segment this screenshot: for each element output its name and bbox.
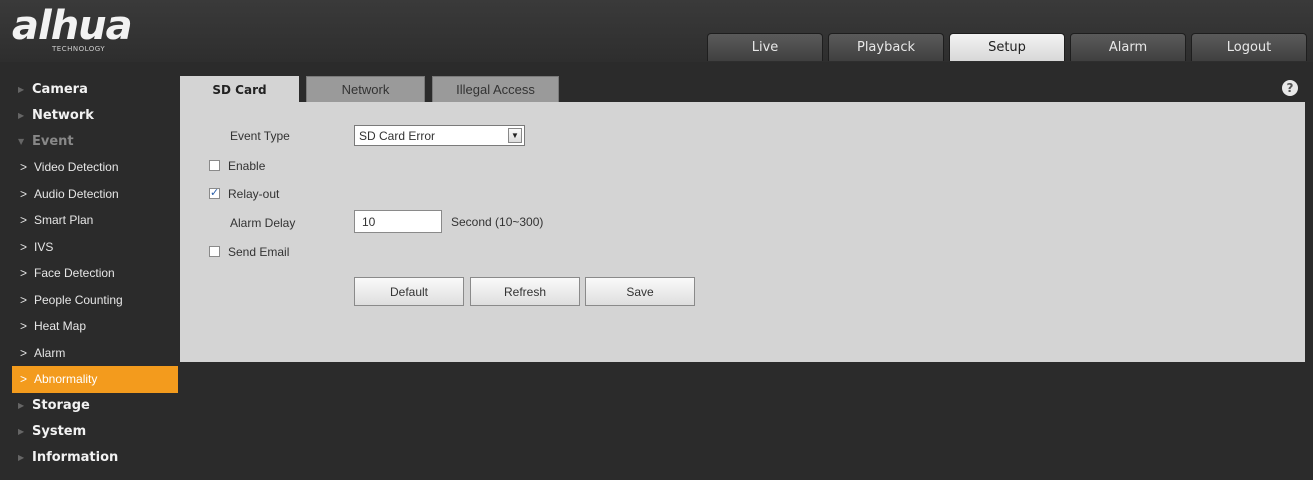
sidebar-subitem-label: People Counting [34, 292, 123, 307]
event-type-label: Event Type [230, 128, 290, 143]
logo-text: alhua [12, 3, 133, 49]
alarm-delay-input-wrap: 10 Second (10~300) [354, 210, 543, 233]
chevron-right-icon: > [20, 319, 28, 334]
alarm-delay-input[interactable]: 10 [354, 210, 442, 233]
chevron-right-icon: > [20, 213, 28, 228]
chevron-right-icon: > [20, 239, 28, 254]
chevron-right-icon: > [20, 186, 28, 201]
relay-out-label: Relay-out [228, 186, 280, 201]
chevron-right-icon: > [20, 292, 28, 307]
send-email-label: Send Email [228, 244, 290, 259]
dropdown-arrow-icon[interactable]: ▼ [508, 128, 522, 143]
sidebar-item-camera[interactable]: ▶ Camera [12, 76, 178, 102]
chevron-right-icon: > [20, 372, 28, 387]
sidebar-subitem-label: Smart Plan [34, 213, 94, 228]
nav-live[interactable]: Live [707, 33, 823, 61]
brand-logo: alhua [12, 3, 133, 49]
sidebar-item-label: Camera [32, 81, 88, 97]
sidebar-item-label: Network [32, 107, 94, 123]
enable-row: Enable [209, 157, 265, 174]
main-nav: Live Playback Setup Alarm Logout [702, 33, 1307, 62]
sidebar-item-event[interactable]: ▼ Event [12, 128, 178, 154]
top-header: alhua TECHNOLOGY Live Playback Setup Ala… [0, 0, 1313, 62]
sidebar-item-system[interactable]: ▶ System [12, 419, 178, 445]
sidebar-item-label: Storage [32, 398, 90, 413]
refresh-button[interactable]: Refresh [470, 277, 580, 306]
enable-label: Enable [228, 158, 266, 173]
sidebar-subitem-smart-plan[interactable]: > Smart Plan [12, 207, 178, 234]
send-email-row: Send Email [209, 243, 289, 260]
triangle-right-icon: ▶ [18, 110, 25, 120]
content-tabs: SD Card Network Illegal Access [180, 76, 566, 102]
relay-out-row: Relay-out [209, 185, 279, 202]
sidebar-item-label: Event [32, 133, 74, 149]
nav-alarm[interactable]: Alarm [1070, 33, 1186, 61]
logo-subtitle: TECHNOLOGY [52, 45, 106, 53]
nav-logout[interactable]: Logout [1191, 33, 1307, 61]
nav-playback[interactable]: Playback [828, 33, 944, 61]
sidebar-subitem-label: Face Detection [34, 266, 115, 281]
nav-setup[interactable]: Setup [949, 33, 1065, 61]
sidebar-item-storage[interactable]: ▶ Storage [12, 393, 178, 419]
sidebar-subitem-label: IVS [34, 239, 54, 254]
settings-panel [180, 102, 1305, 362]
triangle-right-icon: ▶ [18, 427, 25, 436]
sidebar-item-information[interactable]: ▶ Information [12, 445, 178, 471]
sidebar-subitem-people-counting[interactable]: > People Counting [12, 287, 178, 314]
triangle-down-icon: ▼ [18, 136, 25, 146]
help-icon[interactable]: ? [1282, 80, 1298, 96]
event-type-row: Event Type [230, 127, 290, 144]
sidebar-subitem-abnormality[interactable]: > Abnormality [12, 366, 178, 393]
chevron-right-icon: > [20, 345, 28, 360]
event-type-select[interactable]: SD Card Error ▼ [354, 125, 525, 146]
tab-sd-card[interactable]: SD Card [180, 76, 299, 102]
sidebar-subitem-alarm[interactable]: > Alarm [12, 340, 178, 367]
sidebar-subitem-label: Alarm [34, 345, 66, 360]
sidebar-subitem-label: Video Detection [34, 160, 119, 175]
relay-out-checkbox[interactable] [209, 186, 220, 199]
save-button[interactable]: Save [585, 277, 695, 306]
sidebar-item-label: System [32, 424, 87, 439]
alarm-delay-label: Alarm Delay [230, 215, 296, 230]
send-email-checkbox[interactable] [209, 246, 220, 257]
alarm-delay-row: Alarm Delay [230, 214, 295, 231]
sidebar-subitem-label: Audio Detection [34, 186, 119, 201]
sidebar-subitem-video-detection[interactable]: > Video Detection [12, 154, 178, 181]
triangle-right-icon: ▶ [18, 84, 25, 94]
chevron-right-icon: > [20, 160, 28, 175]
sidebar-item-network[interactable]: ▶ Network [12, 102, 178, 128]
sidebar-subitem-label: Heat Map [34, 319, 87, 334]
event-type-select-wrap: SD Card Error ▼ [354, 125, 525, 146]
event-type-value: SD Card Error [359, 128, 436, 143]
sidebar: ▶ Camera ▶ Network ▼ Event > Video Detec… [12, 76, 178, 471]
chevron-right-icon: > [20, 266, 28, 281]
enable-checkbox[interactable] [209, 160, 220, 171]
sidebar-subitem-heat-map[interactable]: > Heat Map [12, 313, 178, 340]
tab-illegal-access[interactable]: Illegal Access [432, 76, 559, 102]
sidebar-subitem-ivs[interactable]: > IVS [12, 234, 178, 261]
default-button[interactable]: Default [354, 277, 464, 306]
triangle-right-icon: ▶ [18, 453, 25, 462]
sidebar-item-label: Information [32, 450, 119, 465]
tab-network[interactable]: Network [306, 76, 425, 102]
triangle-right-icon: ▶ [18, 401, 25, 410]
sidebar-subitem-label: Abnormality [34, 372, 98, 387]
alarm-delay-unit: Second (10~300) [451, 214, 544, 229]
sidebar-subitem-audio-detection[interactable]: > Audio Detection [12, 181, 178, 208]
sidebar-subitem-face-detection[interactable]: > Face Detection [12, 260, 178, 287]
